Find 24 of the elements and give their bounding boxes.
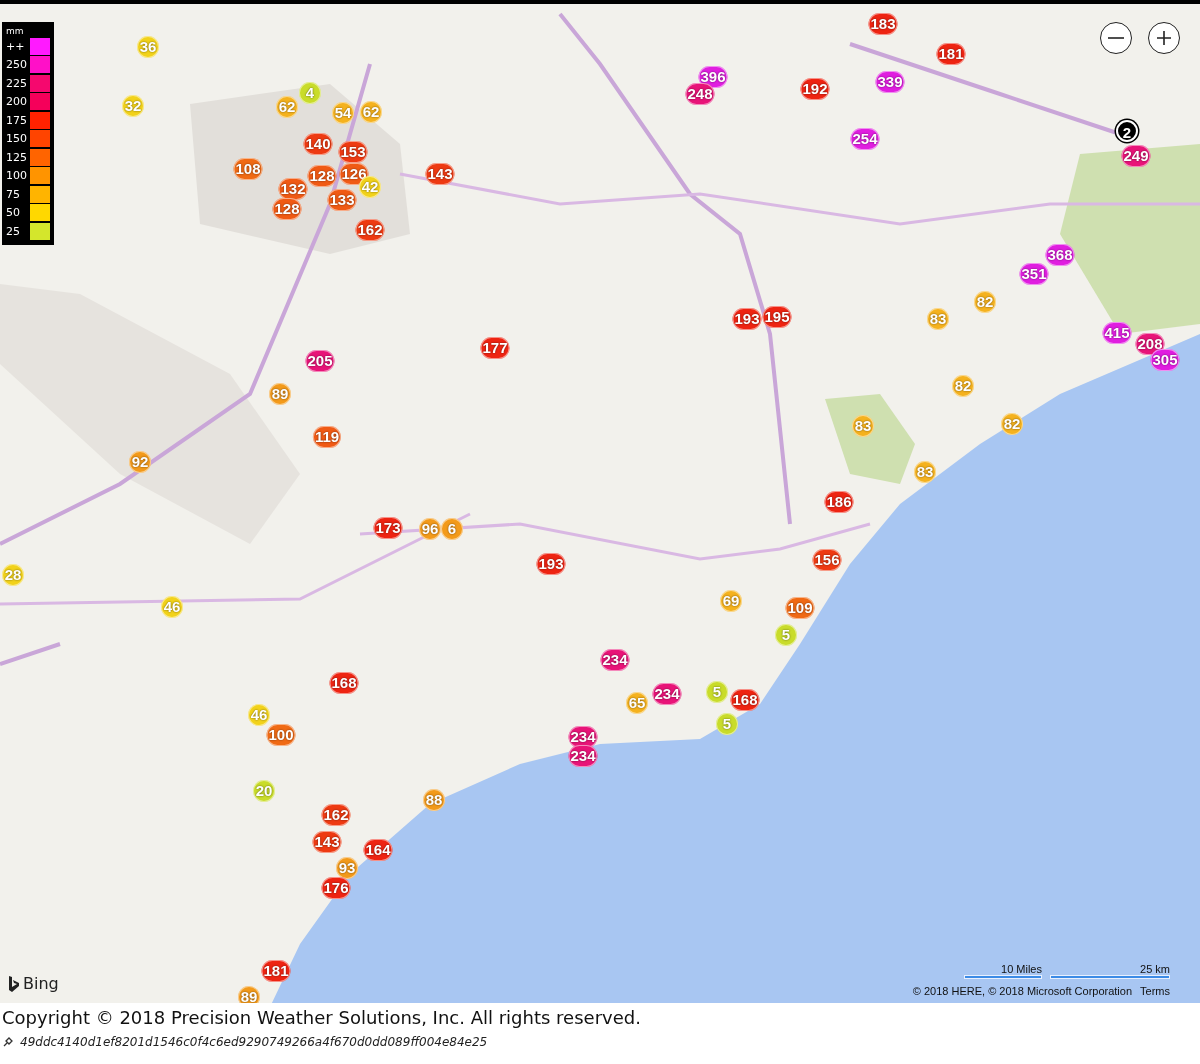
- legend-label: 50: [6, 206, 20, 220]
- legend-label: 175: [6, 113, 27, 127]
- terms-link[interactable]: Terms: [1140, 985, 1170, 997]
- legend-label: 225: [6, 76, 27, 90]
- copyright-text: Copyright © 2018 Precision Weather Solutions, Inc. All rights reserved.: [2, 1006, 642, 1030]
- legend-label: 75: [6, 187, 20, 201]
- legend-label: ++: [6, 39, 25, 53]
- provider-logo: Bing: [23, 974, 59, 993]
- legend-unit: mm: [6, 25, 25, 37]
- plus-icon: [1156, 30, 1172, 46]
- scale-label: 25 km: [1140, 963, 1170, 975]
- legend-label: 200: [6, 95, 27, 109]
- legend-label: 250: [6, 58, 27, 72]
- link-icon: [2, 1036, 14, 1048]
- legend-label: 125: [6, 150, 27, 164]
- logo-icon: [8, 974, 20, 993]
- scale-label: 10 Miles: [1001, 963, 1042, 975]
- minus-icon: [1108, 37, 1124, 39]
- legend-label: 25: [6, 224, 20, 238]
- cluster-marker[interactable]: 2: [1116, 120, 1138, 142]
- legend-label: 150: [6, 132, 27, 146]
- map-attribution: © 2018 HERE, © 2018 Microsoft Corporation: [912, 985, 1133, 997]
- legend-label: 100: [6, 169, 27, 183]
- hash-text: 49ddc4140d1ef8201d1546c0f4c6ed9290749266a4f670d0dd089ff004e84e25: [20, 1035, 488, 1049]
